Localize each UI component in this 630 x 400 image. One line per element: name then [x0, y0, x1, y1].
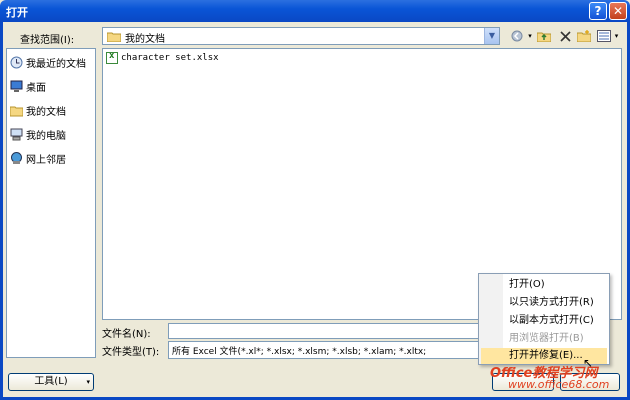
menu-item-open-browser: 用浏览器打开(B) — [509, 333, 584, 344]
chevron-down-icon[interactable]: ▼ — [484, 28, 499, 44]
filetype-dropdown[interactable]: 所有 Excel 文件(*.xl*; *.xlsx; *.xlsm; *.xls… — [168, 341, 480, 359]
window-title: 打开 — [6, 6, 28, 19]
desktop-icon — [10, 80, 23, 93]
menu-item-open-readonly[interactable]: 以只读方式打开(R) — [509, 295, 594, 311]
delete-icon[interactable] — [558, 27, 572, 45]
excel-file-icon — [106, 51, 118, 64]
tools-button[interactable]: 工具(L) ▾ — [8, 373, 94, 391]
close-button[interactable]: ✕ — [609, 2, 627, 20]
filename-label: 文件名(N): — [102, 329, 151, 340]
place-desktop[interactable]: 桌面 — [10, 78, 46, 94]
place-my-documents[interactable]: 我的文档 — [9, 102, 66, 118]
network-icon — [10, 151, 23, 165]
new-folder-icon[interactable] — [576, 27, 592, 45]
place-network[interactable]: 网上邻居 — [10, 150, 66, 166]
title-bar: 打开 ? ✕ — [0, 0, 630, 22]
file-name: character set.xlsx — [121, 53, 219, 63]
place-label: 网上邻居 — [26, 154, 66, 166]
places-bar: 我最近的文档 桌面 我的文档 我的电脑 网上邻居 — [6, 48, 96, 358]
place-label: 我的文档 — [26, 106, 66, 118]
views-icon[interactable] — [596, 27, 612, 45]
menu-item-open-copy[interactable]: 以副本方式打开(C) — [509, 313, 594, 329]
menu-item-open[interactable]: 打开(O) — [509, 277, 545, 293]
filetype-label: 文件类型(T): — [102, 347, 160, 358]
folder-icon — [106, 31, 122, 45]
place-my-computer[interactable]: 我的电脑 — [10, 126, 66, 142]
my-computer-icon — [10, 128, 23, 141]
chevron-down-icon: ▾ — [86, 378, 90, 386]
lookin-value: 我的文档 — [125, 34, 165, 45]
views-dropdown-icon[interactable]: ▾ — [613, 27, 620, 45]
place-label: 我的电脑 — [26, 130, 66, 142]
my-documents-icon — [9, 104, 24, 117]
place-label: 桌面 — [26, 82, 46, 94]
tools-label: 工具(L) — [34, 376, 68, 387]
place-label: 我最近的文档 — [26, 58, 86, 70]
open-options-menu: 打开(O) 以只读方式打开(R) 以副本方式打开(C) 用浏览器打开(B) 打开… — [478, 273, 610, 365]
back-dropdown-icon[interactable]: ▾ — [527, 27, 533, 45]
lookin-label: 查找范围(I): — [20, 35, 75, 46]
lookin-dropdown[interactable]: 我的文档 ▼ — [102, 27, 500, 45]
recent-docs-icon — [10, 56, 23, 69]
place-recent[interactable]: 我最近的文档 — [10, 54, 86, 70]
up-folder-icon[interactable] — [536, 27, 552, 45]
watermark-url: www.office68.com — [508, 378, 610, 391]
list-item[interactable]: character set.xlsx — [106, 51, 219, 64]
back-icon[interactable] — [510, 27, 524, 45]
filename-field[interactable] — [168, 323, 480, 339]
help-button[interactable]: ? — [589, 2, 607, 20]
